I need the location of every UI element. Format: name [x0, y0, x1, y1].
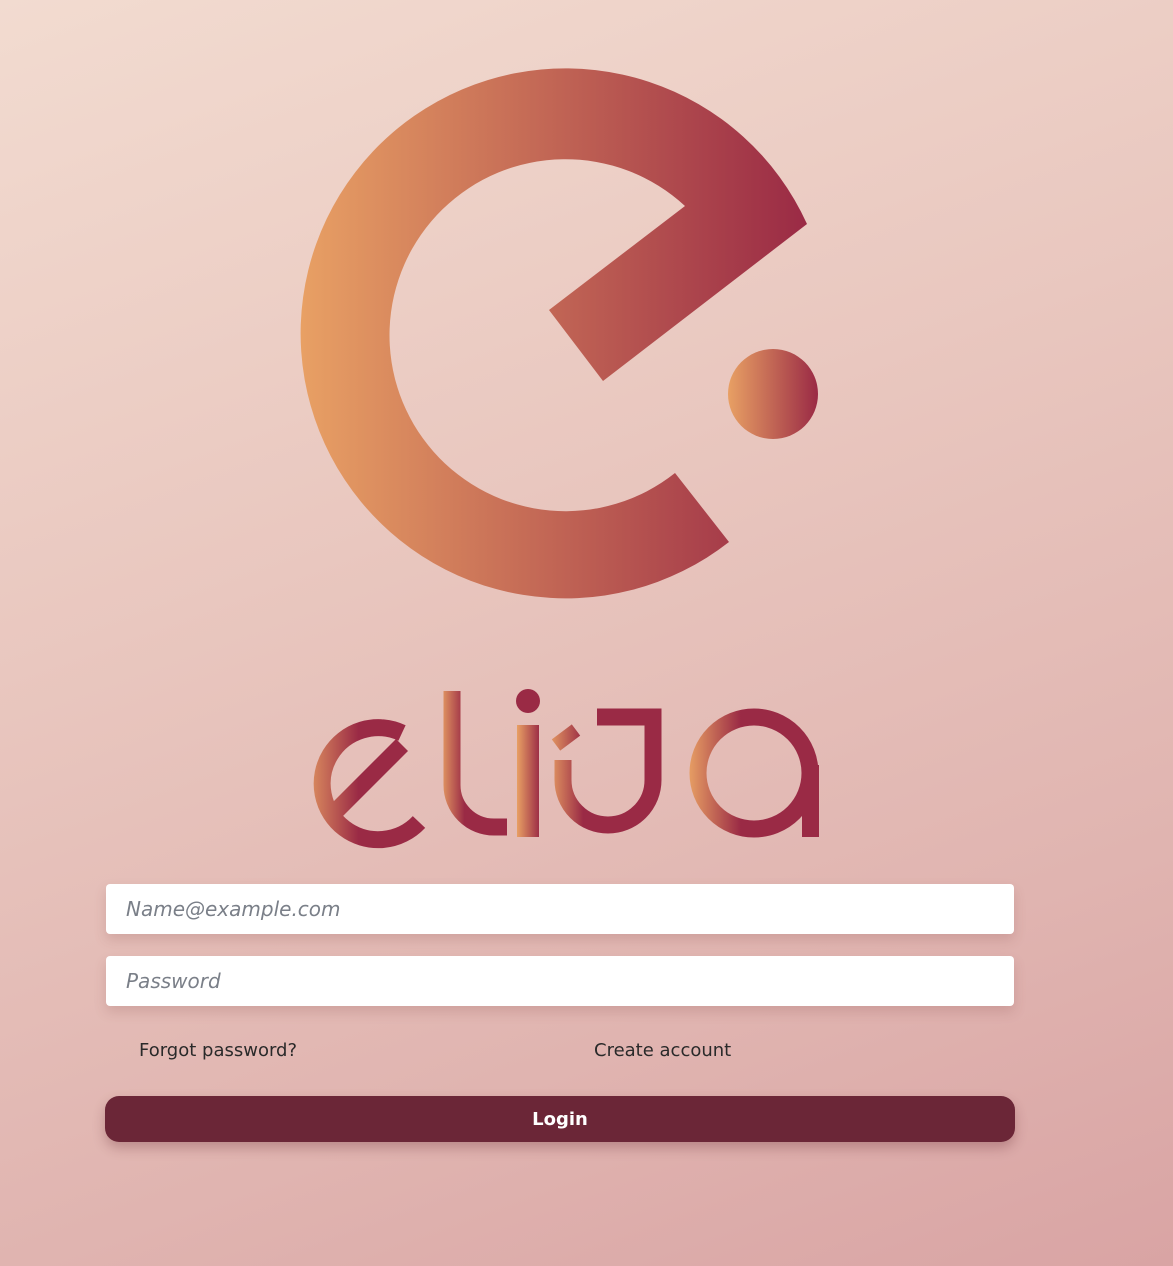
password-input[interactable] — [106, 956, 1014, 1006]
logo-dot — [728, 349, 818, 439]
login-button[interactable]: Login — [105, 1096, 1015, 1142]
wordmark-letter-e — [313, 719, 426, 849]
eliza-logo-icon — [300, 68, 818, 599]
forgot-password-link[interactable]: Forgot password? — [139, 1040, 297, 1061]
create-account-link[interactable]: Create account — [594, 1040, 731, 1061]
wordmark-letter-i — [516, 689, 540, 837]
wordmark-letter-z — [551, 708, 662, 834]
eliza-wordmark — [313, 689, 819, 849]
email-input[interactable] — [106, 884, 1014, 934]
wordmark-letter-a — [689, 708, 819, 838]
wordmark-letter-l — [443, 691, 507, 836]
